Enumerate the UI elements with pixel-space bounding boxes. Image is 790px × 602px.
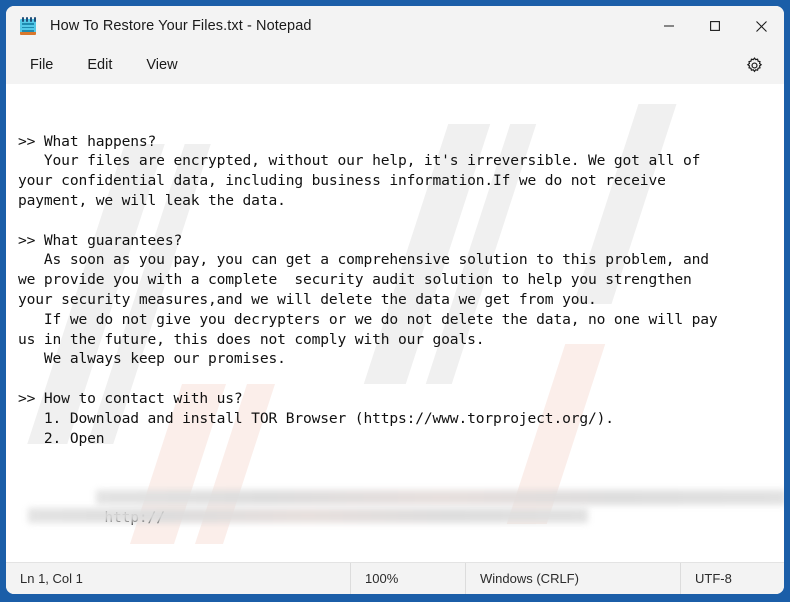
status-encoding[interactable]: UTF-8 xyxy=(680,563,732,594)
notepad-window: How To Restore Your Files.txt - Notepad xyxy=(0,0,790,602)
redacted-url-line: http:// xyxy=(18,488,784,562)
minimize-button[interactable] xyxy=(646,6,692,46)
minimize-icon xyxy=(664,25,674,27)
menu-bar: File Edit View xyxy=(6,46,784,84)
menu-item-edit[interactable]: Edit xyxy=(75,53,124,77)
status-cursor-position[interactable]: Ln 1, Col 1 xyxy=(6,563,350,594)
menu-item-file[interactable]: File xyxy=(18,53,65,77)
text-block-main: >> What happens? Your files are encrypte… xyxy=(18,132,718,447)
status-bar: Ln 1, Col 1 100% Windows (CRLF) UTF-8 xyxy=(6,562,784,594)
status-line-ending[interactable]: Windows (CRLF) xyxy=(465,563,680,594)
redaction-blur-bar xyxy=(96,489,784,505)
window-title: How To Restore Your Files.txt - Notepad xyxy=(50,18,312,34)
menu-item-view[interactable]: View xyxy=(134,53,189,77)
window-controls xyxy=(646,6,784,46)
gear-icon[interactable] xyxy=(740,51,768,79)
document-text[interactable]: >> What happens? Your files are encrypte… xyxy=(6,84,784,562)
text-editor[interactable]: >> What happens? Your files are encrypte… xyxy=(6,84,784,562)
notepad-icon xyxy=(20,17,36,35)
window-body: How To Restore Your Files.txt - Notepad xyxy=(6,6,784,594)
close-icon xyxy=(755,20,767,32)
status-zoom-level[interactable]: 100% xyxy=(350,563,465,594)
redaction-blur-bar xyxy=(28,507,588,523)
title-bar[interactable]: How To Restore Your Files.txt - Notepad xyxy=(6,6,784,46)
gear-glyph xyxy=(746,56,762,72)
maximize-button[interactable] xyxy=(692,6,738,46)
maximize-icon xyxy=(710,21,720,31)
close-button[interactable] xyxy=(738,6,784,46)
